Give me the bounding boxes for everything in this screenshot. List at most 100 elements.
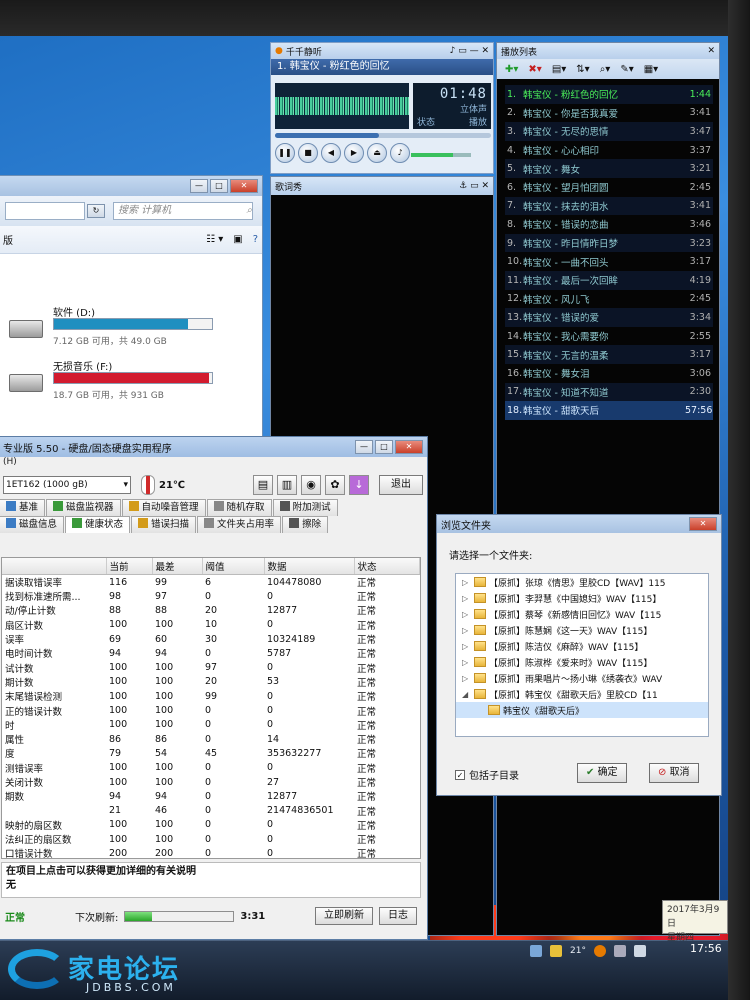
shield-icon[interactable] (530, 945, 542, 957)
expand-arrow-icon[interactable]: ▷ (462, 594, 472, 603)
expand-arrow-icon[interactable]: ▷ (462, 626, 472, 635)
volume-icon[interactable] (633, 945, 646, 957)
table-row[interactable]: 误率 69 60 30 10324189 正常 (2, 632, 420, 647)
table-row[interactable]: 属性 86 86 0 14 正常 (2, 732, 420, 747)
table-row[interactable]: 据读取错误率 116 99 6 104478080 正常 (2, 575, 420, 590)
remove-icon[interactable]: ✖▾ (528, 64, 541, 75)
next-button[interactable]: ▶ (344, 143, 364, 163)
tab-tabs_row2-1[interactable]: 健康状态 (65, 516, 131, 533)
table-row[interactable]: 扇区计数 100 100 10 0 正常 (2, 618, 420, 632)
drive-d[interactable]: 软件 (D:) 7.12 GB 可用，共 49.0 GB (7, 304, 237, 354)
minimize-button[interactable]: — (355, 440, 373, 454)
add-icon[interactable]: ✚▾ (505, 64, 518, 75)
copy-info-icon[interactable]: ▥ (277, 475, 297, 495)
tab-tabs_row2-3[interactable]: 文件夹占用率 (197, 516, 282, 533)
playlist-item[interactable]: 14. 韩宝仪 - 我心需要你 2:55 (505, 327, 713, 346)
seek-slider[interactable] (275, 133, 491, 138)
table-row[interactable]: 期数 94 94 0 12877 正常 (2, 789, 420, 804)
tree-item[interactable]: ▷ 【原抓】蔡琴《新感情旧回忆》WAV【115 (456, 606, 708, 622)
playlist-item[interactable]: 5. 韩宝仪 - 舞女 3:21 (505, 159, 713, 178)
tree-item[interactable]: ◢ 【原抓】韩宝仪《甜歌天后》里胶CD【11 (456, 686, 708, 702)
player-tray-icon[interactable] (593, 945, 606, 957)
tree-item[interactable]: ▷ 【原抓】李羿慧《中国媳妇》WAV【115】 (456, 590, 708, 606)
playlist-item[interactable]: 11. 韩宝仪 - 最后一次回眸 4:19 (505, 270, 713, 290)
tab-tabs_row1-0[interactable]: 基准 (0, 499, 46, 516)
view-options-icon[interactable]: ☷ ▾ (206, 234, 223, 245)
taskbar-clock[interactable]: 17:56 (690, 942, 722, 955)
expand-arrow-icon[interactable]: ◢ (462, 690, 472, 699)
search-input[interactable]: 搜索 计算机 ⌕ (113, 202, 253, 220)
column-header[interactable] (2, 558, 107, 575)
column-header[interactable]: 阈值 (202, 558, 265, 575)
expand-arrow-icon[interactable]: ▷ (462, 610, 472, 619)
previous-button[interactable]: ◀ (321, 143, 341, 163)
screenshot-camera-icon[interactable]: ◉ (301, 475, 321, 495)
minimize-button[interactable]: — (190, 179, 208, 193)
tab-tabs_row1-4[interactable]: 附加测试 (272, 499, 338, 516)
playlist-item[interactable]: 15. 韩宝仪 - 无言的温柔 3:17 (505, 345, 713, 364)
playlist-item[interactable]: 3. 韩宝仪 - 无尽的思情 3:47 (505, 122, 713, 141)
column-header[interactable]: 数据 (264, 558, 355, 575)
options-icon[interactable]: ✿ (325, 475, 345, 495)
tab-tabs_row1-3[interactable]: 随机存取 (206, 499, 272, 516)
app-icon[interactable] (550, 945, 562, 957)
playlist-item[interactable]: 6. 韩宝仪 - 望月怕团圆 2:45 (505, 178, 713, 197)
tab-tabs_row2-2[interactable]: 错误扫描 (131, 516, 197, 533)
playlist-item[interactable]: 7. 韩宝仪 - 抹去的泪水 3:41 (505, 196, 713, 216)
include-subdirs-checkbox[interactable]: ✓ 包括子目录 (455, 767, 519, 782)
tab-tabs_row1-2[interactable]: 自动噪音管理 (121, 499, 206, 516)
table-row[interactable]: 电时间计数 94 94 0 5787 正常 (2, 646, 420, 661)
pause-button[interactable]: ❚❚ (275, 143, 295, 163)
table-row[interactable]: 找到标准速所需... 98 97 0 0 正常 (2, 589, 420, 604)
preview-pane-icon[interactable]: ▣ (233, 234, 242, 245)
table-row[interactable]: 动/停止计数 88 88 20 12877 正常 (2, 603, 420, 618)
playlist-item[interactable]: 1. 韩宝仪 - 粉红色的回忆 1:44 (505, 85, 713, 104)
tree-item[interactable]: ▷ 【原抓】张琼《情思》里胶CD【WAV】115 (456, 574, 708, 590)
tree-item[interactable]: ▷ 【原抓】陈淑桦《爱来时》WAV【115】 (456, 654, 708, 670)
stop-button[interactable]: ■ (298, 143, 318, 163)
table-row[interactable]: 21 46 0 21474836501 正常 (2, 803, 420, 818)
edit-icon[interactable]: ✎▾ (620, 64, 633, 75)
playlist-item[interactable]: 13. 韩宝仪 - 错误的爱 3:34 (505, 308, 713, 327)
playlist-item[interactable]: 4. 韩宝仪 - 心心相印 3:37 (505, 141, 713, 160)
ok-button[interactable]: ✔ 确定 (577, 763, 627, 783)
lyrics-window-controls[interactable]: ⚓ ▭ ✕ (459, 181, 489, 191)
open-button[interactable]: ⏏ (367, 143, 387, 163)
column-header[interactable]: 最差 (152, 558, 203, 575)
tree-item[interactable]: 韩宝仪《甜歌天后》 (456, 702, 708, 718)
table-row[interactable]: 口错误计数 200 200 0 0 正常 (2, 846, 420, 858)
maximize-button[interactable]: □ (210, 179, 228, 193)
playlist-item[interactable]: 10. 韩宝仪 - 一曲不回头 3:17 (505, 252, 713, 271)
mode-icon[interactable]: ▦▾ (644, 64, 658, 75)
playlist-item[interactable]: 8. 韩宝仪 - 错误的恋曲 3:46 (505, 215, 713, 234)
maximize-button[interactable]: □ (375, 440, 393, 454)
table-row[interactable]: 映射的扇区数 100 100 0 0 正常 (2, 818, 420, 832)
volume-slider[interactable] (411, 153, 471, 157)
column-header[interactable]: 当前 (106, 558, 153, 575)
exit-button[interactable]: 退出 (379, 475, 423, 495)
help-menu[interactable]: (H) (0, 457, 427, 471)
table-row[interactable]: 期计数 100 100 20 53 正常 (2, 675, 420, 689)
table-row[interactable]: 末尾错误检测 100 100 99 0 正常 (2, 689, 420, 704)
sort-icon[interactable]: ⇅▾ (576, 64, 589, 75)
tab-tabs_row2-0[interactable]: 磁盘信息 (0, 516, 65, 533)
tree-item[interactable]: ▷ 【原抓】陈洁仪《麻醉》WAV【115】 (456, 638, 708, 654)
drive-select[interactable]: 1ET162 (1000 gB) ▾ (3, 476, 131, 494)
close-button[interactable]: ✕ (395, 440, 423, 454)
table-row[interactable]: 度 79 54 45 353632277 正常 (2, 746, 420, 761)
playlist-close-icon[interactable]: ✕ (707, 46, 715, 56)
table-row[interactable]: 关闭计数 100 100 0 27 正常 (2, 775, 420, 790)
close-button[interactable]: ✕ (689, 517, 717, 531)
help-icon[interactable]: ? (253, 234, 258, 245)
table-row[interactable]: 时 100 100 0 0 正常 (2, 718, 420, 732)
expand-arrow-icon[interactable]: ▷ (462, 658, 472, 667)
playlist-item[interactable]: 17. 韩宝仪 - 知道不知道 2:30 (505, 382, 713, 402)
tab-tabs_row1-1[interactable]: 磁盘监视器 (46, 499, 121, 516)
tree-item[interactable]: ▷ 【原抓】陈慧娴《这一天》WAV【115】 (456, 622, 708, 638)
table-row[interactable]: 试计数 100 100 97 0 正常 (2, 660, 420, 675)
expand-arrow-icon[interactable]: ▷ (462, 674, 472, 683)
playlist-item[interactable]: 2. 韩宝仪 - 你是否我真爱 3:41 (505, 104, 713, 123)
expand-arrow-icon[interactable]: ▷ (462, 642, 472, 651)
playlist-item[interactable]: 16. 韩宝仪 - 舞女泪 3:06 (505, 364, 713, 383)
tree-item[interactable]: ▷ 【原抓】雨果唱片～扬小琳《绣袭衣》WAV (456, 670, 708, 686)
